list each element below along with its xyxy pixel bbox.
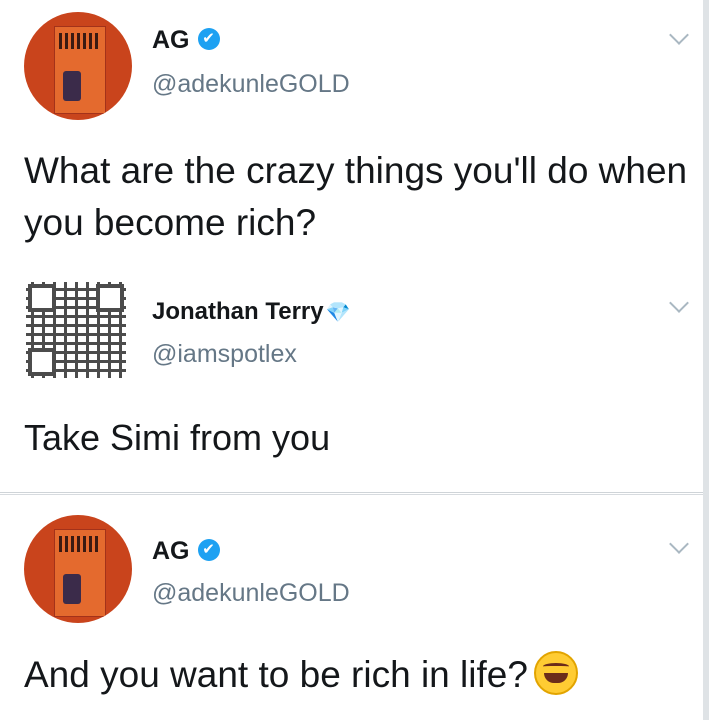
tweet-text: Take Simi from you bbox=[24, 417, 331, 458]
display-name[interactable]: Jonathan Terry 💎 bbox=[152, 298, 351, 326]
user-handle[interactable]: @iamspotlex bbox=[152, 340, 297, 369]
tweet-card: AG ✔ @adekunleGOLD What are the crazy thi… bbox=[0, 0, 709, 252]
tweet-card: AG ✔ @adekunleGOLD And you want to be ric… bbox=[0, 494, 709, 721]
rolling-on-floor-laughing-icon bbox=[533, 651, 578, 696]
qr-finder-pattern bbox=[96, 284, 124, 312]
display-name[interactable]: AG ✔ bbox=[152, 26, 220, 55]
display-name[interactable]: AG ✔ bbox=[152, 537, 220, 566]
tweet-text-content: And you want to be rich in life? bbox=[24, 654, 528, 695]
tweet-card: Jonathan Terry 💎 @iamspotlex Take Simi fr… bbox=[0, 252, 709, 493]
display-name-text: Jonathan Terry bbox=[152, 298, 324, 325]
qr-finder-pattern bbox=[28, 348, 56, 376]
avatar[interactable] bbox=[24, 12, 132, 120]
display-name-text: AG bbox=[152, 26, 190, 54]
chevron-down-icon[interactable] bbox=[669, 534, 689, 554]
diamond-icon: 💎 bbox=[325, 302, 351, 325]
user-handle[interactable]: @adekunleGOLD bbox=[152, 579, 350, 608]
chevron-down-icon[interactable] bbox=[669, 293, 689, 313]
qr-finder-pattern bbox=[28, 284, 56, 312]
avatar[interactable] bbox=[26, 282, 126, 378]
verified-badge-icon: ✔ bbox=[197, 539, 220, 562]
user-handle[interactable]: @adekunleGOLD bbox=[152, 70, 350, 99]
screen-edge bbox=[703, 0, 709, 720]
avatar[interactable] bbox=[24, 515, 132, 623]
album-cover-image bbox=[54, 26, 106, 114]
tweet-text: What are the crazy things you'll do when… bbox=[24, 150, 688, 243]
album-cover-image bbox=[54, 529, 106, 617]
display-name-text: AG bbox=[152, 537, 190, 565]
verified-badge-icon: ✔ bbox=[197, 28, 220, 51]
chevron-down-icon[interactable] bbox=[669, 25, 689, 45]
tweet-text: And you want to be rich in life? bbox=[24, 649, 578, 701]
